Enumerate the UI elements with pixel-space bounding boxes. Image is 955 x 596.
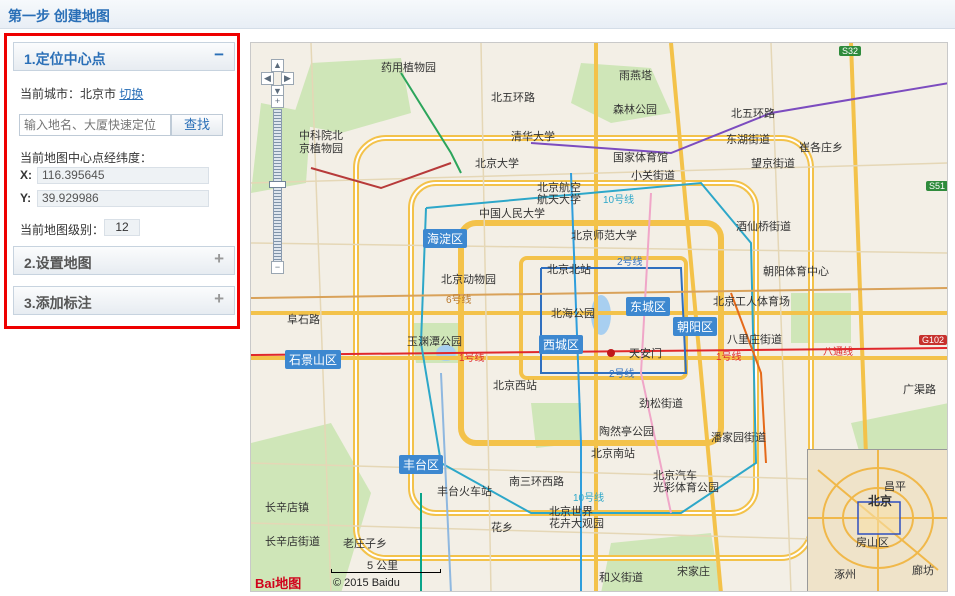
place-label: 南三环西路 [509, 476, 564, 488]
baidu-logo: Bai地图 [255, 576, 302, 591]
overview-map[interactable]: 北京 房山区 昌平 涿州 廊坊 [807, 449, 947, 591]
top-bar: 第一步 创建地图 [0, 0, 955, 29]
map-canvas[interactable]: ▲ ◀ ▶ ▼ + − 海淀区 东城区 朝阳区 西城区 石景山区 丰台区 药用植… [250, 42, 948, 592]
scale-bar: 5 公里 [331, 559, 441, 579]
place-label: 陶然亭公园 [599, 426, 654, 438]
place-label: 药用植物园 [381, 62, 436, 74]
place-label: 八里庄街道 [727, 334, 782, 346]
place-label: 广渠路 [903, 384, 936, 396]
place-label: 北京西站 [493, 380, 537, 392]
place-label: 北京大学 [475, 158, 519, 170]
place-label: 长辛店镇 [265, 502, 309, 514]
overview-town: 涿州 [834, 569, 856, 581]
place-label: 北海公园 [551, 308, 595, 320]
place-label: 中国人民大学 [479, 208, 545, 220]
place-label: 小关街道 [631, 170, 675, 182]
left-panel: 1.定位中心点 − 当前城市：北京市 切换 查找 当前地图中心点经纬度： X: … [4, 33, 240, 329]
zoom-in-button[interactable]: + [271, 95, 284, 108]
district-label[interactable]: 海淀区 [423, 229, 468, 248]
x-label: X: [20, 168, 32, 182]
pan-left-button[interactable]: ◀ [261, 72, 274, 85]
section-title: 1.定位中心点 [24, 51, 106, 67]
place-label: 雨燕塔 [619, 70, 652, 82]
zoom-slider-thumb[interactable] [269, 180, 286, 188]
district-label[interactable]: 石景山区 [285, 350, 342, 369]
overview-district: 房山区 [856, 537, 889, 549]
subway-label: 2号线 [609, 369, 635, 380]
overview-town: 廊坊 [912, 565, 934, 577]
y-label: Y: [20, 191, 32, 205]
district-label[interactable]: 丰台区 [399, 455, 444, 474]
place-label: 潘家园街道 [711, 432, 766, 444]
overview-town: 昌平 [884, 481, 906, 493]
subway-label: 1号线 [459, 353, 485, 364]
place-label: 酒仙桥街道 [736, 221, 791, 233]
search-button[interactable]: 查找 [171, 114, 223, 136]
pan-up-button[interactable]: ▲ [271, 59, 284, 72]
zoom-level-field[interactable]: 12 [104, 219, 140, 236]
district-label[interactable]: 朝阳区 [673, 317, 718, 336]
highway-shield: S51 [926, 181, 947, 191]
place-label: 玉渊潭公园 [407, 336, 462, 348]
section-add-marker[interactable]: 3.添加标注 + [13, 286, 235, 315]
subway-label: 10号线 [603, 195, 635, 206]
page-title: 第一步 创建地图 [8, 8, 110, 24]
place-label: 东湖街道 [726, 134, 770, 146]
subway-label: 10号线 [573, 493, 605, 504]
section-locate-center[interactable]: 1.定位中心点 − [13, 42, 235, 71]
latitude-field[interactable]: 39.929986 [37, 190, 209, 207]
place-label: 宋家庄 [677, 566, 710, 578]
place-label: 北京南站 [591, 448, 635, 460]
collapse-icon[interactable]: − [214, 45, 224, 65]
place-label: 京植物园 [299, 143, 343, 155]
place-label: 花乡 [491, 522, 513, 534]
place-label: 北京动物园 [441, 274, 496, 286]
district-label[interactable]: 东城区 [626, 297, 671, 316]
expand-icon[interactable]: + [214, 249, 224, 269]
section-title: 2.设置地图 [24, 255, 92, 271]
current-city-row: 当前城市：北京市 切换 [20, 85, 143, 102]
place-label: 丰台火车站 [437, 486, 492, 498]
place-label: 阜石路 [287, 314, 320, 326]
pan-right-button[interactable]: ▶ [281, 72, 294, 85]
center-label: 当前地图中心点经纬度： [20, 151, 153, 165]
subway-label: 八通线 [823, 347, 853, 358]
place-label: 清华大学 [511, 131, 555, 143]
highway-shield: G102 [919, 335, 947, 345]
place-label: 北五环路 [731, 108, 775, 120]
current-city-label: 当前城市：北京市 [20, 87, 117, 101]
section-title: 3.添加标注 [24, 295, 92, 311]
place-label: 长辛店街道 [265, 536, 320, 548]
place-label: 国家体育馆 [613, 152, 668, 164]
zoom-level-label: 当前地图级别： [20, 223, 105, 237]
location-search-input[interactable] [19, 114, 171, 136]
place-label: 望京街道 [751, 158, 795, 170]
place-label: 朝阳体育中心 [763, 266, 829, 278]
place-label: 花卉大观园 [549, 518, 604, 530]
subway-label: 6号线 [446, 295, 472, 306]
expand-icon[interactable]: + [214, 289, 224, 309]
scale-label: 5 公里 [367, 560, 399, 572]
place-label: 北五环路 [491, 92, 535, 104]
subway-label: 1号线 [716, 352, 742, 363]
overview-city: 北京 [868, 494, 893, 508]
switch-city-link[interactable]: 切换 [119, 87, 143, 101]
place-label: 和义街道 [599, 572, 643, 584]
place-label: 崔各庄乡 [799, 142, 843, 154]
highway-shield: S32 [839, 46, 862, 56]
subway-label: 2号线 [617, 257, 643, 268]
place-label: 北京师范大学 [571, 230, 637, 242]
place-label: 北京工人体育场 [713, 296, 790, 308]
copyright: © 2015 Baidu [333, 577, 400, 589]
place-label: 天安门 [629, 348, 662, 360]
place-label: 老庄子乡 [343, 538, 387, 550]
district-label[interactable]: 西城区 [539, 335, 584, 354]
section-map-settings[interactable]: 2.设置地图 + [13, 246, 235, 275]
longitude-field[interactable]: 116.395645 [37, 167, 209, 184]
zoom-out-button[interactable]: − [271, 261, 284, 274]
place-label: 北京北站 [547, 264, 591, 276]
place-label: 森林公园 [613, 104, 657, 116]
place-label: 光彩体育公园 [653, 482, 719, 494]
place-label: 劲松街道 [639, 398, 683, 410]
